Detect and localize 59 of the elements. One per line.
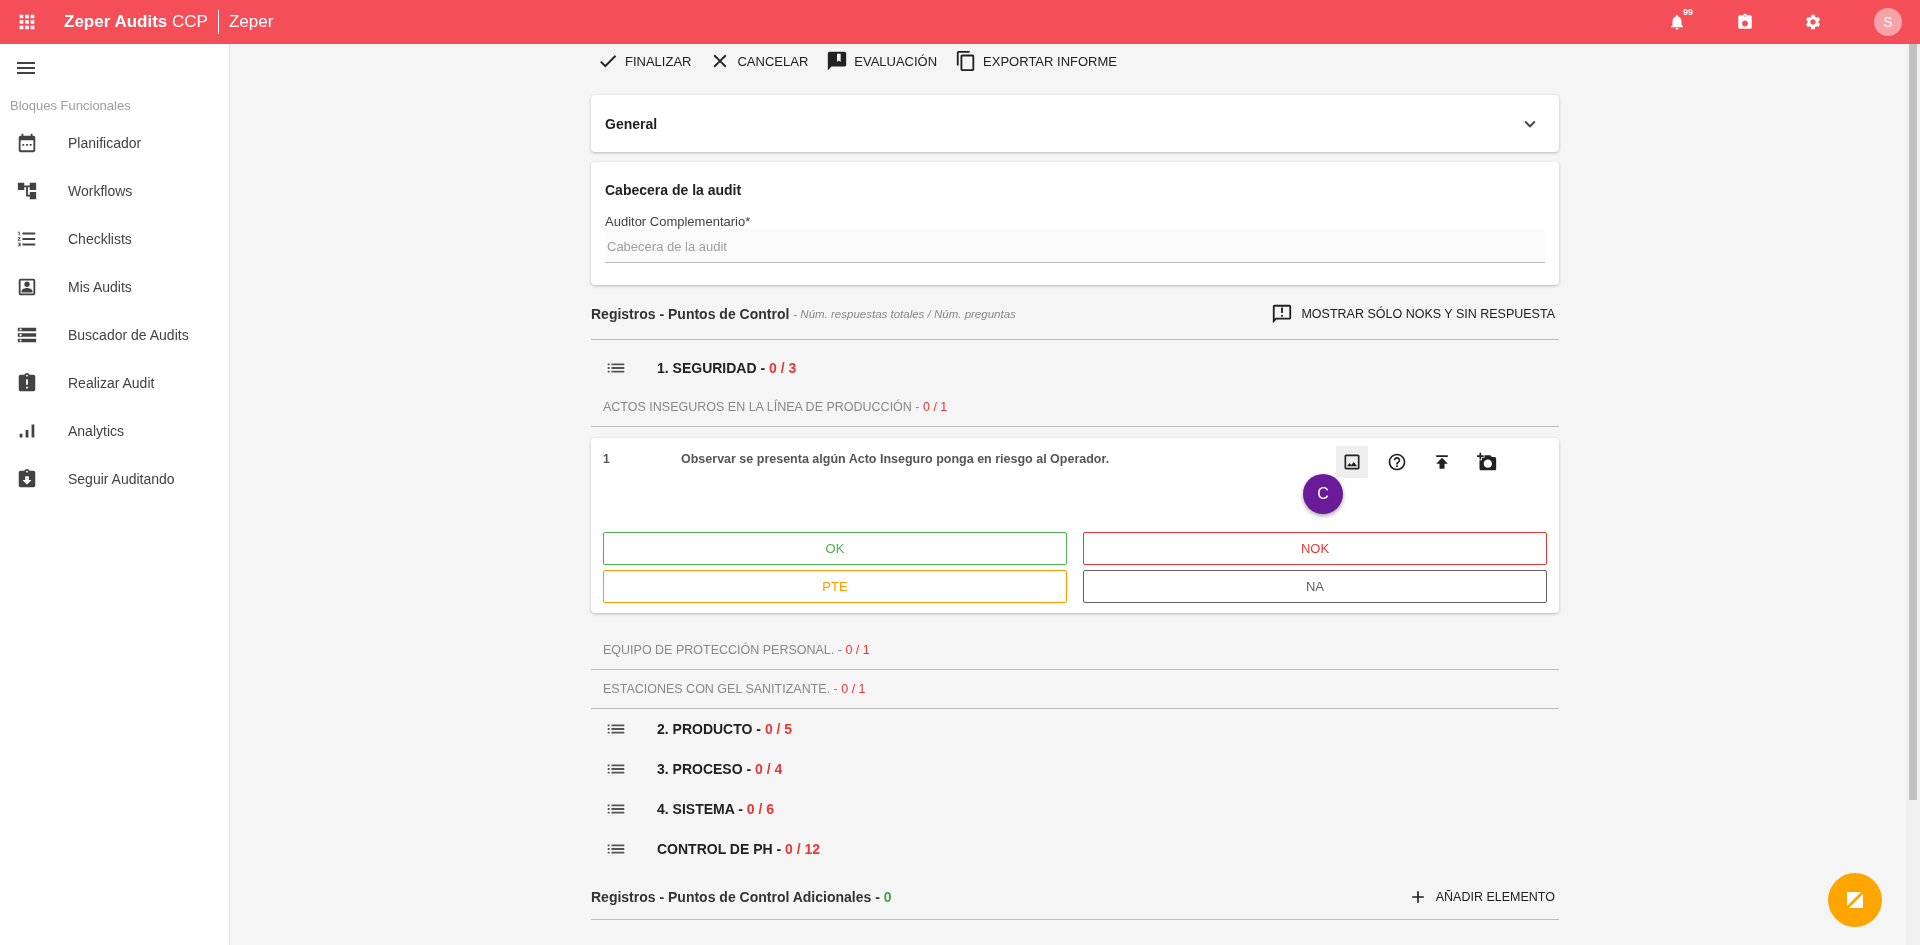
image-icon bbox=[1342, 452, 1362, 472]
field-label: Auditor Complementario* bbox=[605, 214, 752, 229]
clipboard-alert-icon bbox=[16, 372, 38, 394]
notification-count: 99 bbox=[1682, 7, 1694, 17]
question-number: 1 bbox=[603, 452, 611, 466]
logo-icon bbox=[1845, 890, 1865, 910]
question-text: Observar se presenta algún Acto Inseguro ponga en riesgo al Operador. bbox=[681, 452, 1111, 466]
feedback-icon bbox=[826, 50, 849, 72]
add-element-button[interactable]: AÑADIR ELEMENTO bbox=[1407, 887, 1555, 907]
question-group[interactable]: EQUIPO DE PROTECCIÓN PERSONAL. - 0 / 1 bbox=[591, 631, 1559, 670]
clipboard-button[interactable] bbox=[1736, 13, 1754, 31]
bell-icon bbox=[1668, 13, 1686, 31]
general-panel[interactable]: General bbox=[591, 95, 1559, 152]
toolbar-button[interactable]: FINALIZAR bbox=[597, 50, 692, 72]
section-heading: Registros - Puntos de Control Adicionales - 0 bbox=[591, 889, 892, 905]
message-alert-icon bbox=[1271, 303, 1294, 325]
sidebar-item[interactable]: Buscador de Audits bbox=[0, 311, 229, 359]
checklist-section[interactable]: 4. SISTEMA - 0 / 6 bbox=[591, 789, 1559, 829]
settings-icon bbox=[1804, 13, 1822, 31]
sidebar-item[interactable]: Planificador bbox=[0, 119, 229, 167]
sidebar-section-title: Bloques Funcionales bbox=[10, 98, 132, 113]
notifications-button[interactable] bbox=[1668, 13, 1686, 31]
answer-button[interactable]: NA bbox=[1083, 570, 1547, 603]
calendar-icon bbox=[16, 132, 38, 154]
question-group[interactable]: ESTACIONES CON GEL SANITIZANTE. - 0 / 1 bbox=[591, 670, 1559, 709]
checklist-section[interactable]: CONTROL DE PH - 0 / 12 bbox=[591, 829, 1559, 869]
clipboard-icon bbox=[1736, 13, 1754, 31]
app-title: Zeper Audits CCP bbox=[64, 12, 208, 32]
sidebar-item[interactable]: Realizar Audit bbox=[0, 359, 229, 407]
help-icon bbox=[1387, 452, 1407, 472]
input-field[interactable]: Cabecera de la audit bbox=[605, 229, 1545, 263]
sidebar-item[interactable]: Workflows bbox=[0, 167, 229, 215]
contact-card-icon bbox=[16, 276, 38, 298]
sidebar-item[interactable]: Seguir Auditando bbox=[0, 455, 229, 503]
tour-step-bubble[interactable]: C bbox=[1303, 474, 1343, 514]
heading-hint: - Núm. respuestas totales / Núm. preguntas bbox=[793, 308, 1016, 320]
app-subtitle: Zeper bbox=[228, 12, 274, 32]
clipboard-download-icon bbox=[16, 468, 38, 490]
panel-title: General bbox=[605, 115, 659, 132]
card-title: Cabecera de la audit bbox=[605, 182, 743, 198]
section-heading: Registros - Puntos de Control bbox=[591, 306, 790, 322]
checklist-section[interactable]: 1. SEGURIDAD - 0 / 3 bbox=[591, 348, 1559, 388]
toolbar-button[interactable]: EVALUACIÓN bbox=[826, 50, 938, 72]
checklist-section[interactable]: 2. PRODUCTO - 0 / 5 bbox=[591, 709, 1559, 749]
sidebar-item[interactable]: Checklists bbox=[0, 215, 229, 263]
answer-button[interactable]: NOK bbox=[1083, 532, 1547, 565]
image-button[interactable] bbox=[1336, 446, 1368, 478]
add-photo-icon bbox=[1477, 452, 1497, 472]
scrollbar[interactable] bbox=[1906, 44, 1920, 945]
hierarchy-icon bbox=[16, 180, 38, 202]
help-fab[interactable] bbox=[1828, 873, 1882, 927]
sidebar-item[interactable]: Mis Audits bbox=[0, 263, 229, 311]
checklist-section[interactable]: 3. PROCESO - 0 / 4 bbox=[591, 749, 1559, 789]
toolbar-button[interactable]: EXPORTAR INFORME bbox=[955, 50, 1117, 72]
sidebar-item[interactable]: Analytics bbox=[0, 407, 229, 455]
filter-button[interactable]: MOSTRAR SÓLO NOKS Y SIN RESPUESTA bbox=[1271, 303, 1555, 325]
settings-button[interactable] bbox=[1804, 13, 1822, 31]
toolbar-button[interactable]: CANCELAR bbox=[709, 50, 809, 72]
question-group[interactable]: ACTOS INSEGUROS EN LA LÍNEA DE PRODUCCIÓN - 0 / 1 bbox=[591, 388, 1559, 427]
